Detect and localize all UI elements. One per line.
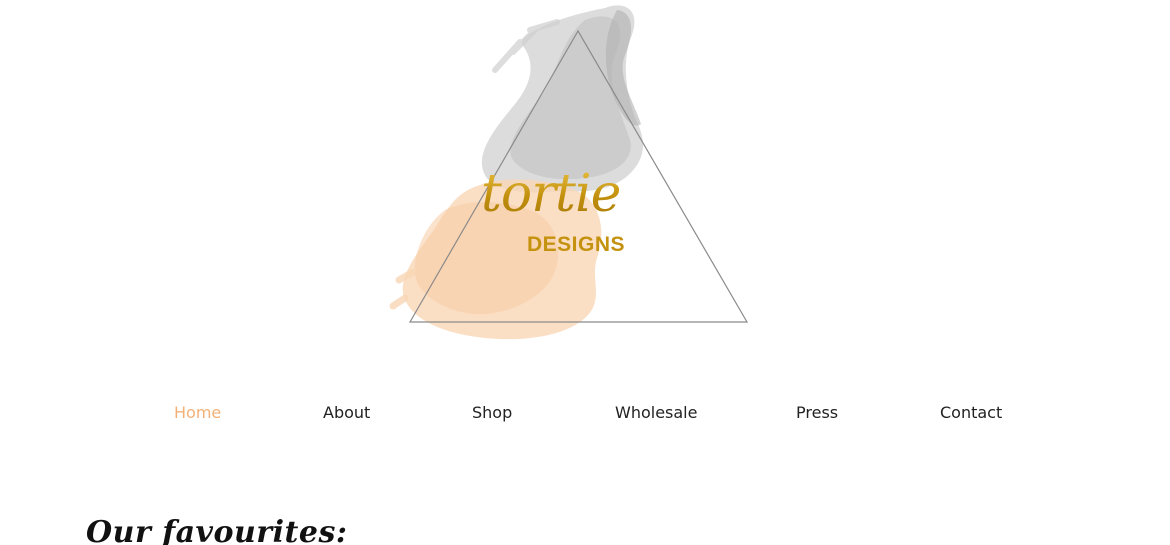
nav-item-shop[interactable]: Shop <box>472 403 512 422</box>
main-navigation: Home About Shop Wholesale Press Contact <box>0 403 1170 427</box>
site-logo[interactable]: tortie DESIGNS <box>385 0 765 345</box>
nav-item-home[interactable]: Home <box>174 403 221 422</box>
nav-item-about[interactable]: About <box>323 403 370 422</box>
logo-subtitle: DESIGNS <box>527 233 626 256</box>
section-title-favourites: Our favourites: <box>86 514 348 545</box>
nav-item-contact[interactable]: Contact <box>940 403 1002 422</box>
nav-item-press[interactable]: Press <box>796 403 838 422</box>
logo-script-text: tortie <box>481 164 621 224</box>
nav-item-wholesale[interactable]: Wholesale <box>615 403 697 422</box>
